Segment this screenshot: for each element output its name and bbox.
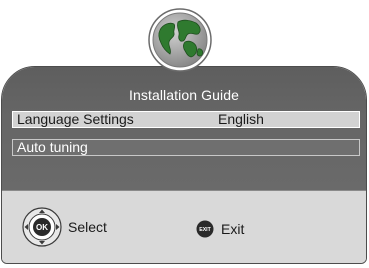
exit-button-icon: EXIT	[196, 220, 214, 238]
key-hint-bar: OK Select EXIT Exit	[2, 190, 366, 263]
select-hint-label: Select	[68, 219, 107, 235]
exit-hint-label: Exit	[221, 221, 245, 237]
menu-item-label: Auto tuning	[17, 139, 88, 155]
menu-panel: Installation Guide Language Settings Eng…	[2, 67, 366, 193]
exit-glyph: EXIT	[199, 227, 211, 233]
installation-guide-screen: Installation Guide Language Settings Eng…	[0, 0, 369, 268]
ok-glyph: OK	[36, 223, 48, 232]
dialog-title: Installation Guide	[129, 87, 239, 103]
installation-guide-dialog: Installation Guide Language Settings Eng…	[1, 66, 367, 264]
menu-item-label: Language Settings	[17, 111, 134, 127]
menu-item-language-settings[interactable]: Language Settings English	[12, 111, 360, 128]
ok-dpad-icon: OK	[22, 207, 62, 247]
globe-icon	[148, 8, 212, 72]
menu-item-value: English	[218, 111, 264, 127]
menu-item-auto-tuning[interactable]: Auto tuning	[12, 139, 360, 156]
